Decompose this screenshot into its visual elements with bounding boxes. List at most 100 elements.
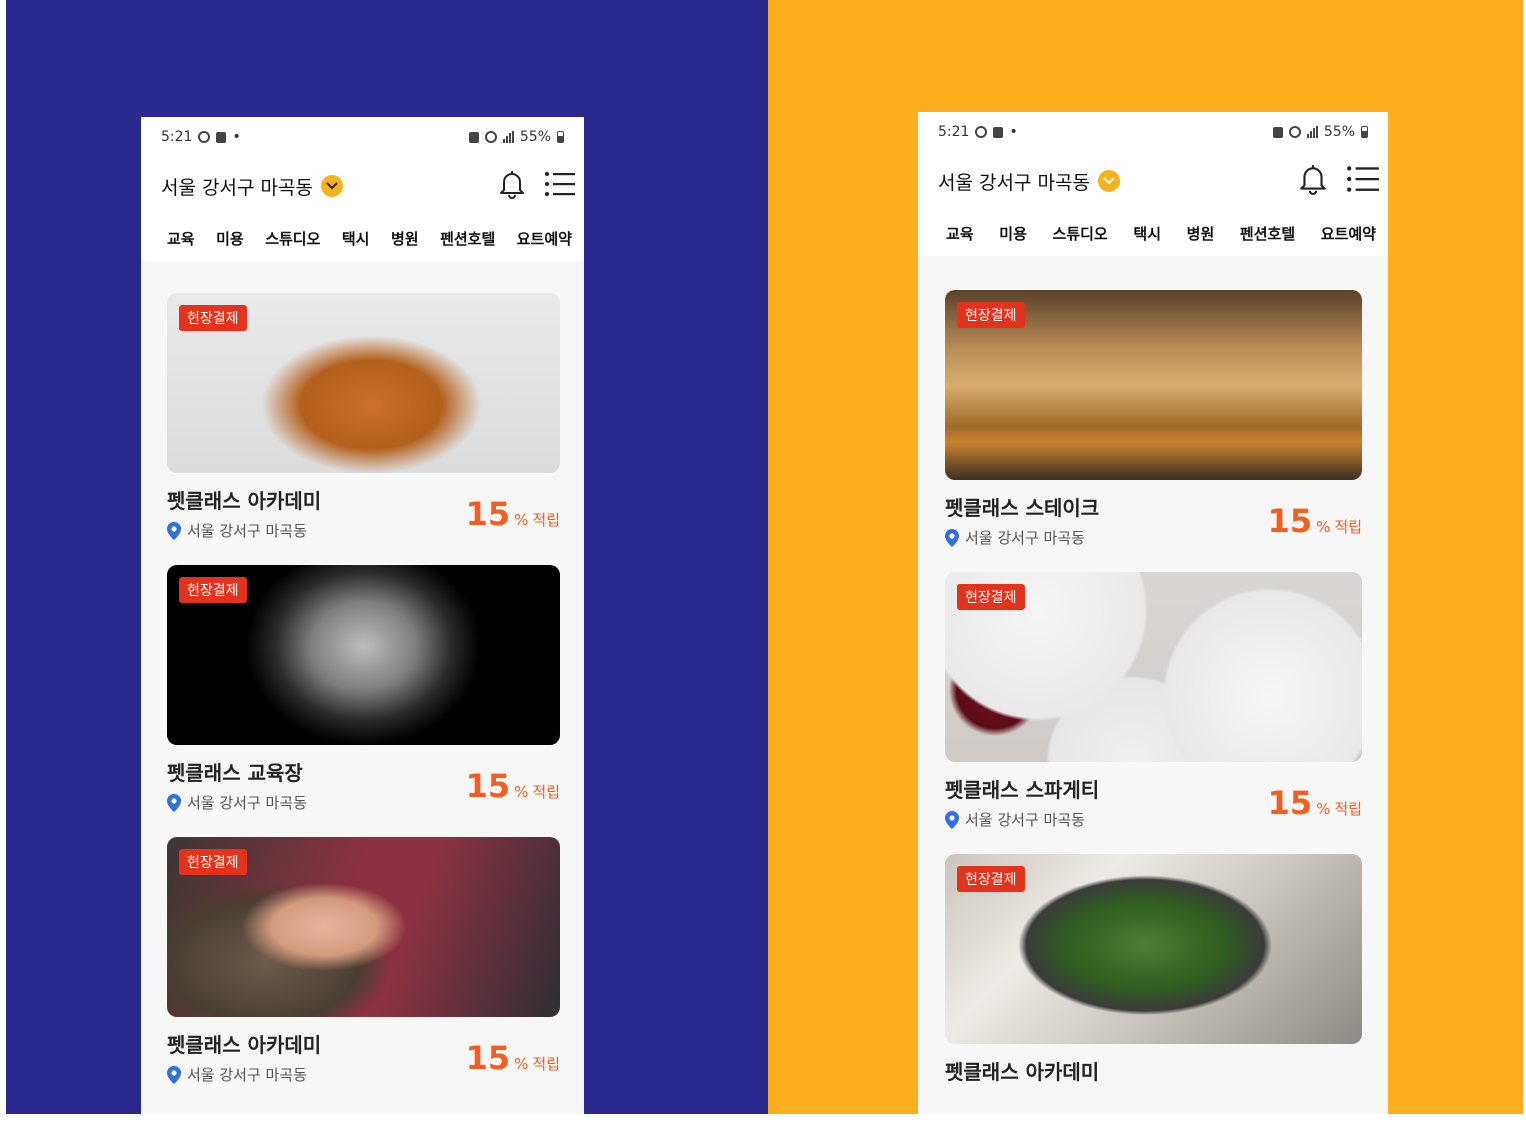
reward-label: 적립 [1334,518,1362,536]
reward-value: 15 [1267,784,1313,822]
status-bar: 5:21 • 55% [918,112,1388,152]
bell-icon[interactable] [498,169,526,203]
chevron-down-icon[interactable] [1097,170,1120,192]
card-image[interactable]: 현장결제 [945,290,1362,480]
status-badge: 현장결제 [957,302,1025,328]
bell-icon[interactable] [1298,163,1328,199]
app-header: 서울 강서구 마곡동 [918,152,1388,210]
location-label: 서울 강서구 마곡동 [161,176,313,199]
alarm-icon [1288,126,1301,138]
tab-taxi[interactable]: 택시 [342,228,370,249]
card-list: 현장결제 펫클래스 스테이크 서울 강서구 마곡동 15 % 적립 현장결제 펫… [918,256,1388,1085]
tab-hospital[interactable]: 병원 [1187,223,1215,244]
status-badge: 현장결제 [179,849,247,875]
location-selector[interactable]: 서울 강서구 마곡동 [938,168,1120,195]
list-item[interactable]: 현장결제 펫클래스 아카데미 [945,854,1362,1085]
menu-icon[interactable] [544,170,576,202]
reward-value: 15 [465,1039,511,1077]
address-text: 서울 강서구 마곡동 [187,522,307,540]
status-badge: 현장결제 [179,305,247,331]
card-image[interactable]: 현장결제 [167,837,560,1017]
list-item[interactable]: 현장결제 펫클래스 스파게티 서울 강서구 마곡동 15 % 적립 [945,572,1362,830]
location-pin-icon [167,793,181,812]
reward: 15 % 적립 [466,767,560,813]
card-title: 펫클래스 스파게티 [945,778,1100,802]
reward-value: 15 [465,495,511,533]
tab-pension-hotel[interactable]: 펜션호텔 [440,228,495,249]
card-title: 펫클래스 아카데미 [945,1060,1100,1084]
battery-icon [1361,126,1368,138]
location-label: 서울 강서구 마곡동 [938,171,1090,194]
signal-icon [502,131,514,143]
card-title: 펫클래스 스테이크 [945,496,1100,520]
reward: 15 % 적립 [1268,784,1362,830]
list-item[interactable]: 현장결제 펫클래스 아카데미 서울 강서구 마곡동 15 % 적립 [167,293,560,541]
reward: 15 % 적립 [1268,502,1362,548]
tab-education[interactable]: 교육 [946,223,974,244]
category-tabs: 교육 미용 스튜디오 택시 병원 펜션호텔 요트예약 [141,215,584,261]
address-text: 서울 강서구 마곡동 [965,811,1085,829]
status-badge: 현장결제 [179,577,247,603]
signal-icon [1306,126,1318,138]
list-item[interactable]: 현장결제 펫클래스 스테이크 서울 강서구 마곡동 15 % 적립 [945,290,1362,548]
category-tabs: 교육 미용 스튜디오 택시 병원 펜션호텔 요트예약 [918,210,1388,256]
sync-icon [975,126,988,138]
tab-hospital[interactable]: 병원 [391,228,419,249]
reward-unit: % [514,1055,529,1073]
tab-taxi[interactable]: 택시 [1133,223,1161,244]
tab-yacht[interactable]: 요트예약 [1321,223,1376,244]
card-image[interactable]: 현장결제 [167,565,560,745]
lock-icon [468,131,479,143]
location-selector[interactable]: 서울 강서구 마곡동 [161,173,343,200]
card-image[interactable]: 현장결제 [167,293,560,473]
reward-unit: % [514,783,529,801]
dot-icon: • [232,129,241,145]
reward-unit: % [514,511,529,529]
list-item[interactable]: 현장결제 펫클래스 교육장 서울 강서구 마곡동 15 % 적립 [167,565,560,813]
address-text: 서울 강서구 마곡동 [187,1066,307,1084]
reward: 15 % 적립 [466,495,560,541]
card-title: 펫클래스 교육장 [167,761,303,785]
reward-value: 15 [1267,502,1313,540]
left-phone-screen: 5:21 • 55% 서울 강서구 마곡동 교육 미용 스튜디오 택시 병원 펜… [141,117,584,1114]
tab-pension-hotel[interactable]: 펜션호텔 [1240,223,1295,244]
reward-unit: % [1316,800,1331,818]
location-pin-icon [167,521,181,540]
card-address: 서울 강서구 마곡동 [945,527,1099,548]
tab-yacht[interactable]: 요트예약 [517,228,572,249]
reward-value: 15 [465,767,511,805]
card-image[interactable]: 현장결제 [945,854,1362,1044]
alarm-icon [484,131,497,143]
status-badge: 현장결제 [957,866,1025,892]
tab-education[interactable]: 교육 [167,228,195,249]
tab-studio[interactable]: 스튜디오 [1053,223,1108,244]
address-text: 서울 강서구 마곡동 [187,794,307,812]
menu-icon[interactable] [1346,164,1380,198]
card-address: 서울 강서구 마곡동 [167,1064,321,1085]
right-phone-screen: 5:21 • 55% 서울 강서구 마곡동 교육 미용 스튜디오 택시 병원 펜… [918,112,1388,1114]
reward: 15 % 적립 [466,1039,560,1085]
status-bar: 5:21 • 55% [141,117,584,157]
app-icon [993,126,1004,138]
list-item[interactable]: 현장결제 펫클래스 아카데미 서울 강서구 마곡동 15 % 적립 [167,837,560,1085]
reward-label: 적립 [532,511,560,529]
card-title: 펫클래스 아카데미 [167,1033,322,1057]
app-header: 서울 강서구 마곡동 [141,157,584,215]
location-pin-icon [945,810,959,829]
sync-icon [198,131,211,143]
location-pin-icon [167,1065,181,1084]
reward-label: 적립 [532,1055,560,1073]
status-time: 5:21 [161,129,193,145]
battery-percent: 55% [1323,124,1355,140]
app-icon [216,131,227,143]
card-address: 서울 강서구 마곡동 [167,792,307,813]
tab-beauty[interactable]: 미용 [999,223,1027,244]
status-time: 5:21 [938,124,970,140]
chevron-down-icon[interactable] [320,175,343,197]
lock-icon [1272,126,1283,138]
tab-studio[interactable]: 스튜디오 [265,228,320,249]
card-image[interactable]: 현장결제 [945,572,1362,762]
tab-beauty[interactable]: 미용 [216,228,244,249]
status-badge: 현장결제 [957,584,1025,610]
card-title: 펫클래스 아카데미 [167,489,322,513]
